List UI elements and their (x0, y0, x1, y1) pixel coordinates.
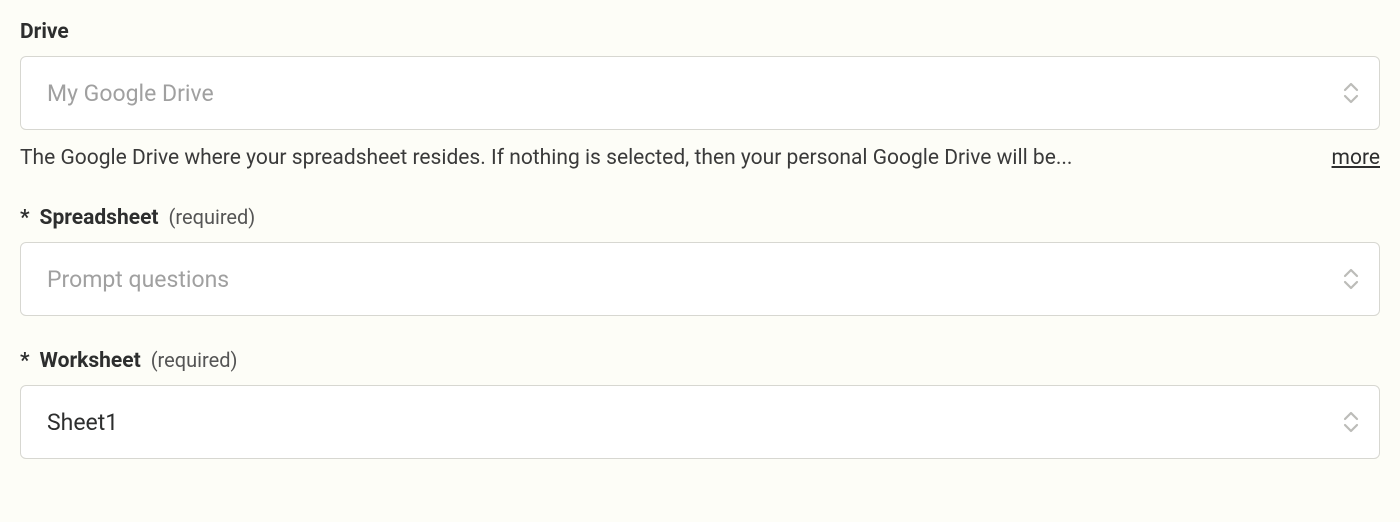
worksheet-required-text: (required) (151, 348, 238, 372)
drive-help-row: The Google Drive where your spreadsheet … (20, 144, 1380, 173)
updown-icon (1343, 268, 1359, 290)
spreadsheet-select-value: Prompt questions (47, 266, 229, 293)
worksheet-field-group: * Worksheet (required) Sheet1 (20, 348, 1380, 459)
spreadsheet-field-group: * Spreadsheet (required) Prompt question… (20, 205, 1380, 316)
drive-label-text: Drive (20, 20, 69, 44)
required-asterisk: * (20, 349, 30, 373)
required-asterisk: * (20, 206, 30, 230)
drive-field-group: Drive My Google Drive The Google Drive w… (20, 20, 1380, 173)
worksheet-label: * Worksheet (required) (20, 348, 1380, 373)
worksheet-select-value: Sheet1 (47, 409, 118, 436)
spreadsheet-label: * Spreadsheet (required) (20, 205, 1380, 230)
spreadsheet-select[interactable]: Prompt questions (20, 242, 1380, 316)
worksheet-label-text: Worksheet (40, 349, 141, 373)
spreadsheet-required-text: (required) (169, 205, 256, 229)
drive-label: Drive (20, 20, 1380, 44)
drive-more-link[interactable]: more (1332, 146, 1380, 170)
spreadsheet-label-text: Spreadsheet (40, 206, 159, 230)
updown-icon (1343, 411, 1359, 433)
drive-select-value: My Google Drive (47, 80, 214, 107)
drive-help-text: The Google Drive where your spreadsheet … (20, 144, 1302, 173)
worksheet-select[interactable]: Sheet1 (20, 385, 1380, 459)
drive-select[interactable]: My Google Drive (20, 56, 1380, 130)
updown-icon (1343, 82, 1359, 104)
